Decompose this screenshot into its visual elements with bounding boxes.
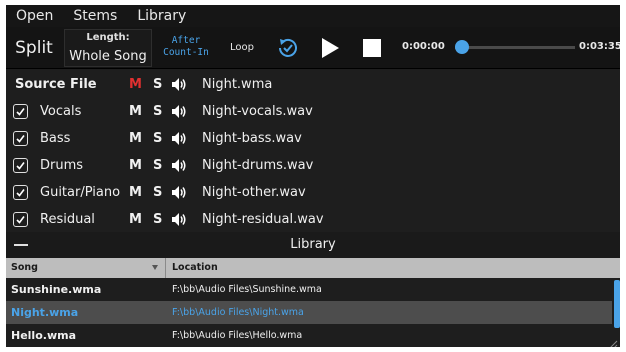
stem-solo-button[interactable]: S <box>153 131 162 146</box>
playback-slider[interactable] <box>455 39 575 55</box>
table-row[interactable]: Sunshine.wma F:\bb\Audio Files\Sunshine.… <box>6 278 612 301</box>
stem-row-bass: Bass M S Night-bass.wav <box>6 125 620 152</box>
table-row-selected[interactable]: Night.wma F:\bb\Audio Files\Night.wma <box>6 301 612 324</box>
stem-file-name: Night-residual.wav <box>202 212 324 227</box>
speaker-icon[interactable] <box>171 104 187 119</box>
loop-button[interactable]: Loop <box>224 39 260 57</box>
speaker-icon[interactable] <box>171 185 187 200</box>
total-time: 0:03:35 <box>579 41 620 52</box>
stem-row-guitar-piano: Guitar/Piano M S Night-other.wav <box>6 179 620 206</box>
stem-checkbox[interactable] <box>13 212 28 227</box>
speaker-icon[interactable] <box>171 77 187 92</box>
check-icon <box>16 216 25 224</box>
stem-checkbox[interactable] <box>13 185 28 200</box>
stem-mute-button[interactable]: M <box>129 104 142 119</box>
stem-file-name: Night-bass.wav <box>202 131 302 146</box>
source-solo-button[interactable]: S <box>153 77 162 92</box>
after-count-in-line1: After <box>171 35 201 46</box>
stem-row-residual: Residual M S Night-residual.wav <box>6 206 620 233</box>
library-title: Library <box>290 237 336 252</box>
stem-name: Bass <box>40 131 71 146</box>
stem-checkbox[interactable] <box>13 104 28 119</box>
menu-stems[interactable]: Stems <box>63 5 127 27</box>
stem-solo-button[interactable]: S <box>153 104 162 119</box>
speaker-icon[interactable] <box>171 131 187 146</box>
stem-mute-button[interactable]: M <box>129 185 142 200</box>
stem-solo-button[interactable]: S <box>153 185 162 200</box>
stem-file-name: Night-drums.wav <box>202 158 314 173</box>
library-table-header: Song Location <box>6 258 620 278</box>
stem-mute-button[interactable]: M <box>129 131 142 146</box>
library-table-body: Sunshine.wma F:\bb\Audio Files\Sunshine.… <box>6 278 620 347</box>
sort-down-icon[interactable] <box>152 265 158 270</box>
check-icon <box>16 108 25 116</box>
stop-icon[interactable] <box>363 39 381 57</box>
menu-bar: Open Stems Library <box>6 5 620 27</box>
source-file-label: Source File <box>15 77 97 92</box>
song-cell: Hello.wma <box>11 329 76 342</box>
column-header-song[interactable]: Song <box>6 258 166 278</box>
after-count-in-toggle[interactable]: After Count-In <box>158 35 214 63</box>
check-icon <box>16 162 25 170</box>
location-cell: F:\bb\Audio Files\Sunshine.wma <box>172 284 322 295</box>
after-count-in-line2: Count-In <box>163 47 209 58</box>
app-window: Open Stems Library Split Length: Whole S… <box>6 5 620 347</box>
check-icon <box>16 135 25 143</box>
stem-file-name: Night-other.wav <box>202 185 306 200</box>
stems-panel: Source File M S Night.wma Vocals M S Nig… <box>6 71 620 233</box>
stem-file-name: Night-vocals.wav <box>202 104 313 119</box>
length-selector[interactable]: Length: Whole Song <box>64 29 152 67</box>
table-row[interactable]: Hello.wma F:\bb\Audio Files\Hello.wma <box>6 324 612 347</box>
library-scrollbar[interactable] <box>614 280 620 328</box>
sync-check-icon[interactable] <box>276 36 300 60</box>
toolbar: Split Length: Whole Song After Count-In … <box>6 27 620 69</box>
source-file-row: Source File M S Night.wma <box>6 71 620 98</box>
check-icon <box>16 189 25 197</box>
stem-row-vocals: Vocals M S Night-vocals.wav <box>6 98 620 125</box>
menu-open[interactable]: Open <box>6 5 63 27</box>
stem-mute-button[interactable]: M <box>129 212 142 227</box>
menu-library[interactable]: Library <box>127 5 196 27</box>
source-file-name: Night.wma <box>202 77 273 92</box>
play-icon[interactable] <box>320 37 340 59</box>
song-cell: Night.wma <box>11 306 79 319</box>
stem-mute-button[interactable]: M <box>129 158 142 173</box>
column-header-location[interactable]: Location <box>167 258 620 278</box>
stem-name: Drums <box>40 158 84 173</box>
stem-checkbox[interactable] <box>13 131 28 146</box>
length-value: Whole Song <box>69 49 147 64</box>
stem-row-drums: Drums M S Night-drums.wav <box>6 152 620 179</box>
split-button[interactable]: Split <box>6 27 62 69</box>
stem-name: Guitar/Piano <box>40 185 121 200</box>
stem-solo-button[interactable]: S <box>153 158 162 173</box>
length-label: Length: <box>86 32 130 43</box>
stem-name: Vocals <box>40 104 82 119</box>
stem-solo-button[interactable]: S <box>153 212 162 227</box>
current-time: 0:00:00 <box>402 41 445 52</box>
resize-grip-icon[interactable] <box>606 335 618 347</box>
slider-thumb[interactable] <box>455 40 469 54</box>
library-header: Library <box>6 232 620 258</box>
speaker-icon[interactable] <box>171 212 187 227</box>
location-cell: F:\bb\Audio Files\Hello.wma <box>172 330 303 341</box>
stem-name: Residual <box>40 212 95 227</box>
location-cell: F:\bb\Audio Files\Night.wma <box>172 307 304 318</box>
song-cell: Sunshine.wma <box>11 283 102 296</box>
slider-track <box>455 46 575 49</box>
speaker-icon[interactable] <box>171 158 187 173</box>
stem-checkbox[interactable] <box>13 158 28 173</box>
source-mute-button[interactable]: M <box>129 77 142 92</box>
